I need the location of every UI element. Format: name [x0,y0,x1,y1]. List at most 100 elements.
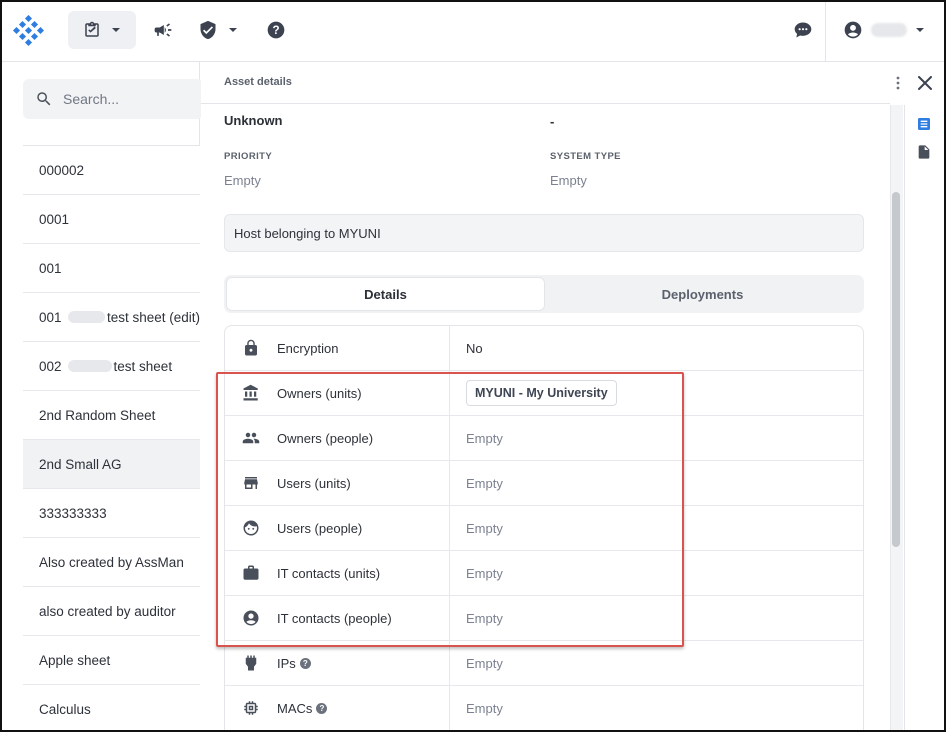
right-rail [904,105,944,730]
row-label: Encryption [277,340,339,356]
redacted-text [67,360,112,372]
list-item-label: also created by auditor [39,603,176,619]
table-row: IT contacts (people) Empty [225,596,863,641]
store-icon [244,477,258,489]
briefcase-icon [243,565,259,580]
list-item-prefix: 001 [39,309,62,325]
list-item[interactable]: 001 test sheet (edit) [23,293,200,342]
top-bar: ? [2,2,944,62]
list-item[interactable]: 333333333 [23,489,200,538]
list-item-label: Also created by AssMan [39,554,184,570]
list-item-label: 000002 [39,162,85,178]
row-value[interactable]: Empty [466,521,503,536]
user-name-redacted [871,23,907,37]
network-port-icon [245,655,257,671]
panel-title: Asset details [224,76,292,88]
svg-text:?: ? [272,24,279,37]
panel-header: Asset details [201,62,890,104]
caret-down-icon [229,28,237,32]
caret-down-icon [112,28,120,32]
row-value[interactable]: Empty [466,656,503,671]
tab-deployments[interactable]: Deployments [544,278,861,310]
list-item[interactable]: Calculus [23,685,200,730]
rail-document-button[interactable] [914,142,934,162]
app-window: ? 000002 0001 001 001 test sheet (edit) 0… [0,0,946,732]
table-row: Encryption No [225,326,863,371]
description-field[interactable]: Host belonging to MYUNI [224,214,864,252]
shield-check-icon [200,20,216,40]
table-row: Owners (units) MYUNI - My University [225,371,863,416]
list-item-label: 333333333 [39,505,107,521]
user-menu-button[interactable] [838,11,930,49]
row-label: IPs [277,655,296,671]
list-item-prefix: 002 [39,358,62,374]
list-item[interactable]: 0001 [23,195,200,244]
table-row: Users (people) Empty [225,506,863,551]
help-button[interactable]: ? [260,11,292,49]
list-item-label: Apple sheet [39,652,111,668]
list-item[interactable]: Apple sheet [23,636,200,685]
system-type-value[interactable]: Empty [550,173,587,188]
row-label: IT contacts (units) [277,565,381,581]
description-icon [918,118,930,130]
scrollbar-thumb[interactable] [892,192,900,547]
row-label: MACs [277,700,313,716]
row-value[interactable]: Empty [466,566,503,581]
sheet-list-panel: 000002 0001 001 001 test sheet (edit) 002… [2,62,203,730]
more-vert-icon [896,76,900,90]
redacted-text [67,311,105,323]
close-panel-button[interactable] [914,72,936,94]
chat-button[interactable] [787,11,819,49]
search-input[interactable] [63,91,183,107]
table-row: IPs? Empty [225,641,863,686]
announcements-button[interactable] [147,11,179,49]
table-row: MACs? Empty [225,686,863,730]
priority-value[interactable]: Empty [224,173,261,188]
help-tooltip-icon[interactable]: ? [299,657,311,669]
more-options-button[interactable] [890,74,906,92]
row-value[interactable]: Empty [466,476,503,491]
row-value[interactable]: Empty [466,611,503,626]
list-item-label: 001 [39,260,62,276]
list-item[interactable]: also created by auditor [23,587,200,636]
row-value[interactable]: Empty [466,701,503,716]
row-value[interactable]: No [466,341,483,356]
help-tooltip-icon[interactable]: ? [316,702,328,714]
list-item-label: 2nd Random Sheet [39,407,156,423]
list-item-label: test sheet (edit) [106,309,200,325]
chip-icon [244,701,258,715]
help-circle-icon: ? [267,21,285,39]
row-label: Users (units) [277,475,351,491]
face-icon [243,520,259,536]
account-circle-icon [243,610,259,626]
list-item[interactable]: Also created by AssMan [23,538,200,587]
close-icon [918,76,932,90]
row-label: Owners (people) [277,430,374,446]
tab-details[interactable]: Details [227,278,544,310]
list-item[interactable]: 002 test sheet [23,342,200,391]
chat-bubble-icon [794,22,812,38]
list-item[interactable]: 001 [23,244,200,293]
asset-details-panel: Asset details Unknown - PRIORITY Empty S… [201,62,890,730]
megaphone-icon [154,23,172,37]
account-circle-icon [844,21,862,39]
rail-details-button[interactable] [914,114,934,134]
list-item-selected[interactable]: 2nd Small AG [23,440,200,489]
search-box[interactable] [23,79,203,119]
search-icon [37,92,51,106]
unit-chip[interactable]: MYUNI - My University [466,380,617,406]
details-table: Encryption No Owners (units) MYUNI - My … [224,325,864,730]
clipboard-check-icon [85,21,99,37]
list-item-label: 0001 [39,211,70,227]
tasks-menu-button[interactable] [68,11,136,49]
topbar-divider [825,2,826,61]
security-menu-button[interactable] [190,11,246,49]
row-value[interactable]: Empty [466,431,503,446]
table-row: IT contacts (units) Empty [225,551,863,596]
list-item[interactable]: 000002 [23,146,200,195]
sheet-list: 000002 0001 001 001 test sheet (edit) 002… [23,145,200,730]
priority-label: PRIORITY [224,151,273,162]
list-item[interactable]: 2nd Random Sheet [23,391,200,440]
brand-logo[interactable] [12,15,44,47]
row-label: Users (people) [277,520,363,536]
